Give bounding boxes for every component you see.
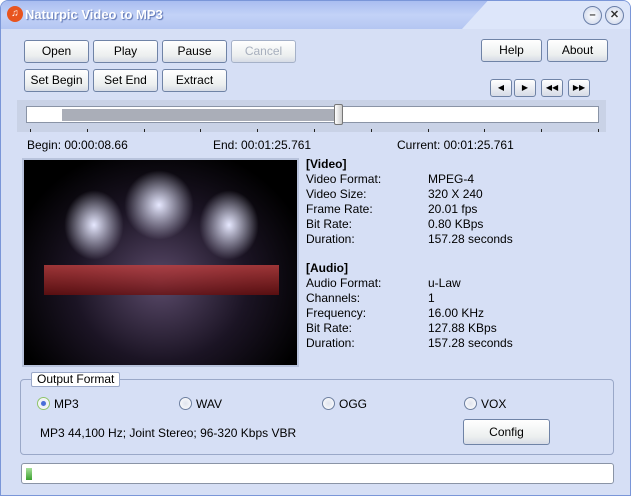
video-info-label: Video Size: <box>306 187 367 201</box>
extract-button[interactable]: Extract <box>162 69 227 92</box>
open-button[interactable]: Open <box>24 40 89 63</box>
progress-bar <box>21 463 614 484</box>
pause-button[interactable]: Pause <box>162 40 227 63</box>
video-info-label: Frame Rate: <box>306 202 373 216</box>
slider-tick <box>427 129 429 132</box>
audio-info-value: u-Law <box>428 276 461 290</box>
radio-ogg[interactable] <box>322 397 335 410</box>
slider-tick <box>314 129 315 132</box>
slider-tick <box>257 129 259 132</box>
radio-mp3[interactable] <box>37 397 50 410</box>
audio-info-label: Audio Format: <box>306 276 382 290</box>
video-info-value: 20.01 fps <box>428 202 478 216</box>
radio-label-ogg[interactable]: OGG <box>339 397 367 411</box>
audio-info-value: 157.28 seconds <box>428 336 513 350</box>
video-preview <box>22 158 299 367</box>
about-button[interactable]: About <box>547 39 608 62</box>
audio-info-header: [Audio] <box>306 261 348 275</box>
current-time: Current: 00:01:25.761 <box>397 138 514 152</box>
radio-wav[interactable] <box>179 397 192 410</box>
minimize-button[interactable]: – <box>583 6 602 25</box>
config-button[interactable]: Config <box>463 419 550 445</box>
step-forward-button[interactable]: ▶ <box>514 79 536 97</box>
video-info-label: Video Format: <box>306 172 382 186</box>
selection-range <box>61 109 338 121</box>
audio-info-label: Duration: <box>306 336 355 350</box>
radio-label-vox[interactable]: VOX <box>481 397 506 411</box>
slider-tick <box>484 129 486 132</box>
slider-tick <box>143 129 145 132</box>
play-button[interactable]: Play <box>93 40 158 63</box>
audio-info-value: 16.00 KHz <box>428 306 485 320</box>
video-info-value: MPEG-4 <box>428 172 475 186</box>
slider-tick <box>30 129 31 132</box>
window-title: Naturpic Video to MP3 <box>25 7 163 22</box>
begin-time: Begin: 00:00:08.66 <box>27 138 128 152</box>
seek-thumb[interactable] <box>333 104 343 125</box>
music-note-icon: ♫ <box>7 6 23 22</box>
set-begin-button[interactable]: Set Begin <box>24 69 89 92</box>
video-info-value: 157.28 seconds <box>428 232 513 246</box>
slider-tick <box>370 129 372 132</box>
progress-fill <box>26 468 32 480</box>
cancel-button[interactable]: Cancel <box>231 40 296 63</box>
fast-forward-button[interactable]: ▶▶ <box>568 79 590 97</box>
slider-tick <box>200 129 202 132</box>
audio-info-label: Channels: <box>306 291 361 305</box>
audio-info-label: Bit Rate: <box>306 321 353 335</box>
help-button[interactable]: Help <box>481 39 542 62</box>
video-info-value: 320 X 240 <box>428 187 483 201</box>
video-info-value: 0.80 KBps <box>428 217 484 231</box>
radio-vox[interactable] <box>464 397 477 410</box>
radio-label-wav[interactable]: WAV <box>196 397 222 411</box>
radio-label-mp3[interactable]: MP3 <box>54 397 79 411</box>
video-info-header: [Video] <box>306 157 347 171</box>
audio-info-value: 127.88 KBps <box>428 321 497 335</box>
slider-tick <box>598 129 599 132</box>
step-back-button[interactable]: ◀ <box>490 79 512 97</box>
audio-info-label: Frequency: <box>306 306 367 320</box>
slider-tick <box>86 129 88 132</box>
format-summary: MP3 44,100 Hz; Joint Stereo; 96-320 Kbps… <box>40 426 297 440</box>
set-end-button[interactable]: Set End <box>93 69 158 92</box>
close-button[interactable]: ✕ <box>605 6 624 25</box>
video-info-label: Bit Rate: <box>306 217 353 231</box>
title-bar: ♫ Naturpic Video to MP3 – ✕ <box>1 1 630 29</box>
slider-tick <box>541 129 543 132</box>
output-format-legend: Output Format <box>31 372 121 387</box>
end-time: End: 00:01:25.761 <box>213 138 312 152</box>
rewind-button[interactable]: ◀◀ <box>541 79 563 97</box>
audio-info-value: 1 <box>428 291 435 305</box>
video-info-label: Duration: <box>306 232 355 246</box>
main-window: ♫ Naturpic Video to MP3 – ✕ Open Play Pa… <box>0 0 631 496</box>
